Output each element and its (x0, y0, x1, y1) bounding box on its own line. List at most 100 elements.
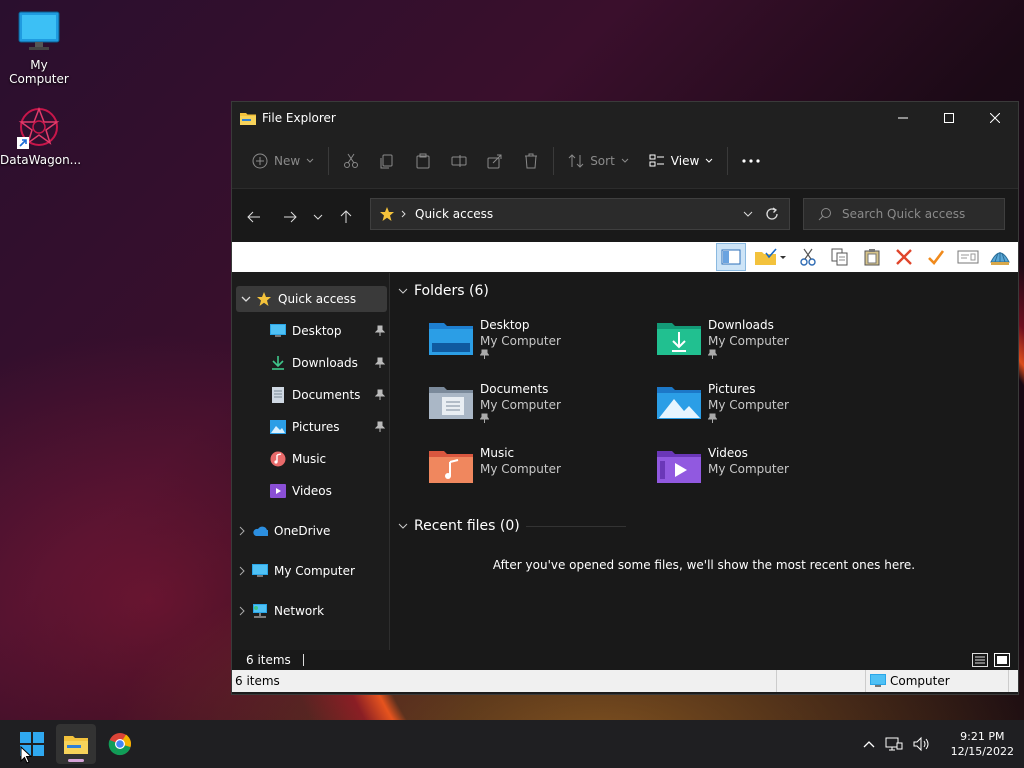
taskbar-file-explorer[interactable] (56, 724, 96, 764)
desktop-icon-my-computer[interactable]: My Computer (0, 10, 78, 86)
clock[interactable]: 9:21 PM 12/15/2022 (951, 729, 1014, 759)
pin-icon[interactable] (375, 389, 385, 400)
chevron-down-icon (306, 158, 314, 164)
ellipsis-icon (742, 159, 760, 163)
delete-button[interactable] (513, 145, 549, 177)
folder-tile-downloads[interactable]: Downloads My Computer (656, 317, 856, 377)
folder-name: Documents (480, 382, 549, 396)
recent-header-label: Recent files (0) (414, 518, 520, 534)
copy-button[interactable] (369, 145, 405, 177)
bottom-item-count: 6 items (235, 674, 280, 688)
copy-icon (831, 248, 849, 266)
pin-icon[interactable] (375, 357, 385, 368)
desktop-folder-icon (428, 317, 474, 363)
desktop-icon-datawagon[interactable]: DataWagon... (0, 105, 81, 167)
monitor-icon (17, 10, 61, 54)
maximize-button[interactable] (926, 102, 972, 134)
cloud-icon (252, 523, 268, 539)
folder-tile-videos[interactable]: Videos My Computer (656, 445, 856, 505)
preview-pane-button[interactable] (716, 243, 746, 271)
pin-icon[interactable] (375, 421, 385, 432)
sidebar-item-videos[interactable]: Videos (232, 478, 389, 504)
sidebar-item-label: Desktop (292, 324, 342, 338)
recent-files-empty-message: After you've opened some files, we'll sh… (492, 558, 916, 572)
view-button[interactable]: View (639, 145, 723, 177)
sort-button[interactable]: Sort (558, 145, 639, 177)
shell-tool-button[interactable] (986, 244, 1014, 270)
videos-icon (270, 483, 286, 499)
refresh-icon[interactable] (765, 207, 779, 221)
arrow-up-icon (340, 210, 352, 224)
network-status-icon[interactable] (885, 736, 903, 752)
folder-tile-pictures[interactable]: Pictures My Computer (656, 381, 856, 441)
x-delete-icon (895, 248, 913, 266)
more-options-button[interactable] (732, 145, 770, 177)
volume-icon[interactable] (913, 736, 931, 752)
sidebar-item-network[interactable]: Network (232, 598, 389, 624)
show-hidden-icons-button[interactable] (863, 740, 875, 748)
chevron-down-icon[interactable] (236, 296, 256, 302)
folder-location: My Computer (480, 334, 561, 348)
sidebar-item-documents[interactable]: Documents (232, 382, 389, 408)
start-button[interactable] (12, 724, 52, 764)
chevron-down-icon (398, 288, 408, 294)
cut-button[interactable] (333, 145, 369, 177)
copy-tool-button[interactable] (826, 244, 854, 270)
chevron-right-icon[interactable] (232, 566, 252, 576)
up-button[interactable] (330, 201, 362, 233)
recent-files-group-header[interactable]: Recent files (0) (398, 518, 626, 534)
share-button[interactable] (477, 145, 513, 177)
address-dropdown-icon[interactable] (743, 211, 753, 217)
properties-tool-button[interactable] (954, 244, 982, 270)
chrome-icon (108, 732, 132, 756)
close-button[interactable] (972, 102, 1018, 134)
new-label: New (274, 154, 301, 168)
paste-button[interactable] (405, 145, 441, 177)
pin-icon[interactable] (375, 325, 385, 336)
sidebar-item-desktop[interactable]: Desktop (232, 318, 389, 344)
delete-tool-button[interactable] (890, 244, 918, 270)
clock-date: 12/15/2022 (950, 745, 1014, 758)
downloads-folder-icon (656, 317, 702, 363)
folder-location: My Computer (480, 398, 561, 412)
minimize-button[interactable] (880, 102, 926, 134)
sidebar-item-label: Downloads (292, 356, 358, 370)
cut-tool-button[interactable] (794, 244, 822, 270)
address-bar[interactable]: Quick access (370, 198, 790, 230)
folder-location: My Computer (708, 462, 789, 476)
back-button[interactable] (238, 201, 270, 233)
taskbar-chrome[interactable] (100, 724, 140, 764)
paste-tool-button[interactable] (858, 244, 886, 270)
chevron-right-icon[interactable] (232, 526, 252, 536)
folder-name: Desktop (480, 318, 530, 332)
new-button[interactable]: New (242, 145, 324, 177)
folders-group-header[interactable]: Folders (6) (398, 283, 489, 299)
search-box[interactable]: Search Quick access (803, 198, 1005, 230)
sidebar-item-onedrive[interactable]: OneDrive (232, 518, 389, 544)
sidebar-item-downloads[interactable]: Downloads (232, 350, 389, 376)
view-label: View (670, 154, 700, 168)
sidebar-item-my-computer[interactable]: My Computer (232, 558, 389, 584)
computer-icon (870, 674, 886, 688)
chevron-down-icon (313, 214, 323, 220)
checkmark-icon (927, 248, 945, 266)
sidebar-item-music[interactable]: Music (232, 446, 389, 472)
rename-button[interactable] (441, 145, 477, 177)
details-view-button[interactable] (972, 653, 988, 667)
forward-button[interactable] (274, 201, 306, 233)
folder-tile-music[interactable]: Music My Computer (428, 445, 628, 505)
tiles-view-button[interactable] (994, 653, 1010, 667)
trash-icon (523, 153, 539, 169)
sidebar-item-quick-access[interactable]: Quick access (236, 286, 387, 312)
title-bar[interactable]: File Explorer (232, 102, 1018, 134)
sidebar-item-label: Music (292, 452, 327, 466)
folder-tile-documents[interactable]: Documents My Computer (428, 381, 628, 441)
address-path: Quick access (415, 207, 494, 221)
select-mode-button[interactable] (750, 244, 790, 270)
chevron-right-icon[interactable] (232, 606, 252, 616)
sidebar-item-pictures[interactable]: Pictures (232, 414, 389, 440)
item-count: 6 items (246, 653, 291, 667)
recent-locations-button[interactable] (306, 201, 330, 233)
apply-tool-button[interactable] (922, 244, 950, 270)
folder-tile-desktop[interactable]: Desktop My Computer (428, 317, 628, 377)
